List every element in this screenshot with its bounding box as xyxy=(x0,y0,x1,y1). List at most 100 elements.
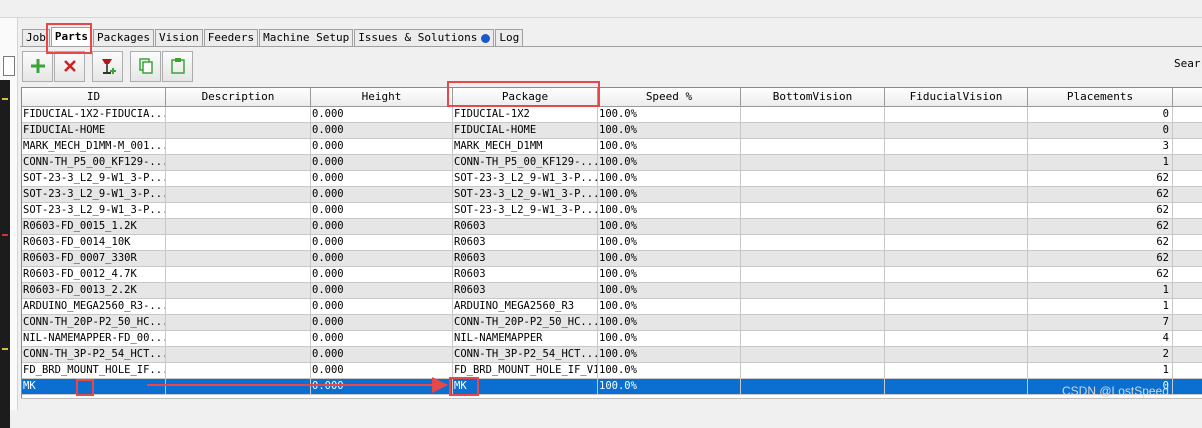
cell-placements[interactable]: 62 xyxy=(1028,267,1173,283)
cell-package[interactable]: R0603 xyxy=(453,235,598,251)
cell-package[interactable]: SOT-23-3_L2_9-W1_3-P... xyxy=(453,187,598,203)
cell-id[interactable]: FIDUCIAL-HOME xyxy=(22,123,166,139)
delete-part-button[interactable] xyxy=(54,50,85,82)
cell-placements[interactable]: 62 xyxy=(1028,235,1173,251)
table-row[interactable]: CONN-TH_3P-P2_54_HCT... 0.000 CONN-TH_3P-P… xyxy=(22,347,1202,363)
cell-bottom-vision[interactable] xyxy=(741,363,885,379)
cell-fiducial-vision[interactable] xyxy=(885,347,1028,363)
cell-package[interactable]: MK xyxy=(453,379,598,395)
cell-fiducial-vision[interactable] xyxy=(885,123,1028,139)
cell-placements[interactable]: 62 xyxy=(1028,187,1173,203)
cell-height[interactable]: 0.000 xyxy=(311,347,453,363)
cell-description[interactable] xyxy=(166,123,311,139)
cell-fiducial-vision[interactable] xyxy=(885,171,1028,187)
tab-job[interactable]: Job xyxy=(22,29,50,46)
cell-bottom-vision[interactable] xyxy=(741,203,885,219)
cell-description[interactable] xyxy=(166,267,311,283)
cell-extra[interactable] xyxy=(1173,219,1202,235)
cell-bottom-vision[interactable] xyxy=(741,139,885,155)
cell-id[interactable]: R0603-FD_0007_330R xyxy=(22,251,166,267)
table-row[interactable]: MK 0.000 MK 100.0% 0 xyxy=(22,379,1202,395)
cell-extra[interactable] xyxy=(1173,107,1202,123)
cell-extra[interactable] xyxy=(1173,267,1202,283)
cell-fiducial-vision[interactable] xyxy=(885,155,1028,171)
cell-package[interactable]: CONN-TH_20P-P2_50_HC... xyxy=(453,315,598,331)
cell-fiducial-vision[interactable] xyxy=(885,331,1028,347)
column-header-package[interactable]: Package xyxy=(453,88,598,107)
table-row[interactable]: R0603-FD_0015_1.2K 0.000 R0603 100.0% 62 xyxy=(22,219,1202,235)
cell-speed[interactable]: 100.0% xyxy=(598,267,741,283)
cell-id[interactable]: MK xyxy=(22,379,166,395)
cell-speed[interactable]: 100.0% xyxy=(598,283,741,299)
cell-extra[interactable] xyxy=(1173,123,1202,139)
cell-placements[interactable]: 62 xyxy=(1028,219,1173,235)
cell-description[interactable] xyxy=(166,347,311,363)
cell-extra[interactable] xyxy=(1173,187,1202,203)
cell-description[interactable] xyxy=(166,171,311,187)
table-row[interactable]: R0603-FD_0007_330R 0.000 R0603 100.0% 62 xyxy=(22,251,1202,267)
paste-button[interactable] xyxy=(162,50,193,82)
add-part-button[interactable] xyxy=(22,50,53,82)
table-row[interactable]: NIL-NAMEMAPPER-FD_00... 0.000 NIL-NAMEMAPP… xyxy=(22,331,1202,347)
cell-speed[interactable]: 100.0% xyxy=(598,347,741,363)
cell-description[interactable] xyxy=(166,299,311,315)
cell-height[interactable]: 0.000 xyxy=(311,123,453,139)
cell-bottom-vision[interactable] xyxy=(741,299,885,315)
cell-placements[interactable]: 1 xyxy=(1028,299,1173,315)
cell-height[interactable]: 0.000 xyxy=(311,171,453,187)
cell-extra[interactable] xyxy=(1173,331,1202,347)
tab-issues-solutions[interactable]: Issues & Solutions xyxy=(354,29,495,46)
table-row[interactable]: SOT-23-3_L2_9-W1_3-P... 0.000 SOT-23-3_L2_… xyxy=(22,203,1202,219)
cell-placements[interactable]: 62 xyxy=(1028,203,1173,219)
cell-placements[interactable]: 4 xyxy=(1028,331,1173,347)
cell-fiducial-vision[interactable] xyxy=(885,363,1028,379)
cell-extra[interactable] xyxy=(1173,155,1202,171)
cell-height[interactable]: 0.000 xyxy=(311,331,453,347)
table-row[interactable]: ARDUINO_MEGA2560_R3-... 0.000 ARDUINO_MEGA… xyxy=(22,299,1202,315)
cell-extra[interactable] xyxy=(1173,171,1202,187)
cell-package[interactable]: R0603 xyxy=(453,251,598,267)
column-header-bottom-vision[interactable]: BottomVision xyxy=(741,88,885,107)
cell-bottom-vision[interactable] xyxy=(741,267,885,283)
cell-id[interactable]: SOT-23-3_L2_9-W1_3-P... xyxy=(22,203,166,219)
cell-speed[interactable]: 100.0% xyxy=(598,187,741,203)
cell-speed[interactable]: 100.0% xyxy=(598,219,741,235)
tab-vision[interactable]: Vision xyxy=(154,29,203,46)
cell-speed[interactable]: 100.0% xyxy=(598,203,741,219)
table-row[interactable]: FIDUCIAL-HOME 0.000 FIDUCIAL-HOME 100.0% 0 xyxy=(22,123,1202,139)
column-header-extra[interactable] xyxy=(1173,88,1202,107)
cell-extra[interactable] xyxy=(1173,347,1202,363)
cell-fiducial-vision[interactable] xyxy=(885,187,1028,203)
copy-button[interactable] xyxy=(130,50,161,82)
cell-description[interactable] xyxy=(166,379,311,395)
cell-package[interactable]: R0603 xyxy=(453,283,598,299)
cell-description[interactable] xyxy=(166,283,311,299)
cell-speed[interactable]: 100.0% xyxy=(598,331,741,347)
cell-extra[interactable] xyxy=(1173,363,1202,379)
table-row[interactable]: SOT-23-3_L2_9-W1_3-P... 0.000 SOT-23-3_L2_… xyxy=(22,171,1202,187)
cell-height[interactable]: 0.000 xyxy=(311,299,453,315)
cell-placements[interactable]: 7 xyxy=(1028,315,1173,331)
table-row[interactable]: SOT-23-3_L2_9-W1_3-P... 0.000 SOT-23-3_L2_… xyxy=(22,187,1202,203)
cell-height[interactable]: 0.000 xyxy=(311,107,453,123)
cell-fiducial-vision[interactable] xyxy=(885,235,1028,251)
cell-fiducial-vision[interactable] xyxy=(885,315,1028,331)
cell-bottom-vision[interactable] xyxy=(741,219,885,235)
cell-id[interactable]: MARK_MECH_D1MM-M_001... xyxy=(22,139,166,155)
cell-fiducial-vision[interactable] xyxy=(885,107,1028,123)
cell-package[interactable]: FIDUCIAL-1X2 xyxy=(453,107,598,123)
cell-bottom-vision[interactable] xyxy=(741,107,885,123)
cell-speed[interactable]: 100.0% xyxy=(598,171,741,187)
cell-placements[interactable]: 1 xyxy=(1028,155,1173,171)
cell-id[interactable]: SOT-23-3_L2_9-W1_3-P... xyxy=(22,171,166,187)
cell-speed[interactable]: 100.0% xyxy=(598,123,741,139)
cell-description[interactable] xyxy=(166,107,311,123)
cell-package[interactable]: R0603 xyxy=(453,219,598,235)
cell-extra[interactable] xyxy=(1173,235,1202,251)
cell-speed[interactable]: 100.0% xyxy=(598,363,741,379)
cell-bottom-vision[interactable] xyxy=(741,123,885,139)
cell-description[interactable] xyxy=(166,187,311,203)
cell-id[interactable]: FIDUCIAL-1X2-FIDUCIA... xyxy=(22,107,166,123)
cell-bottom-vision[interactable] xyxy=(741,331,885,347)
cell-placements[interactable]: 0 xyxy=(1028,123,1173,139)
